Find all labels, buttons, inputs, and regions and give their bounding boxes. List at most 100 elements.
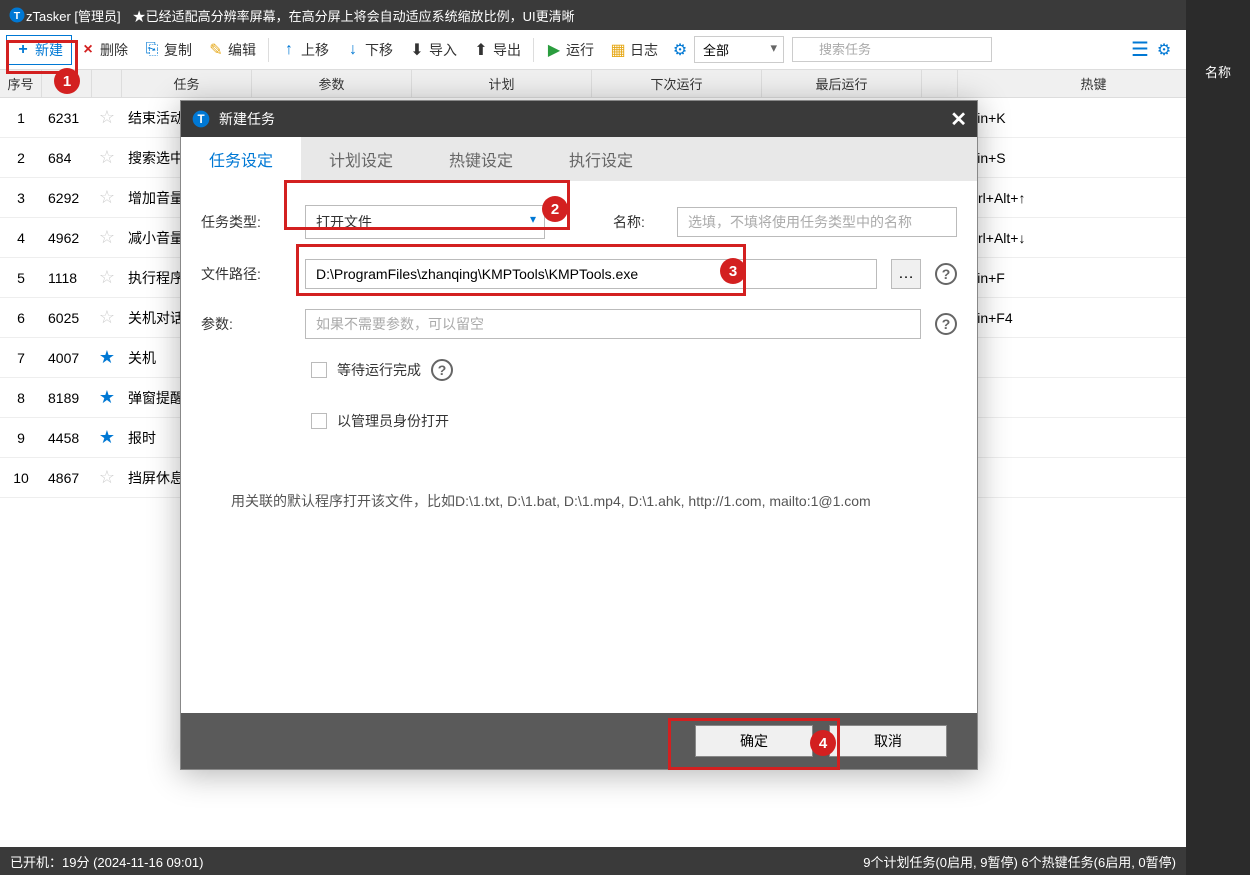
app-logo-icon: T	[8, 6, 26, 24]
cell-id: 8189	[42, 390, 92, 406]
export-button[interactable]: ⬆ 导出	[465, 36, 529, 64]
name-input[interactable]	[677, 207, 957, 237]
browse-button[interactable]: …	[891, 259, 921, 289]
cell-index: 4	[0, 230, 42, 246]
params-label: 参数:	[201, 314, 291, 334]
star-icon: ☆	[99, 227, 115, 248]
tab-plan-settings[interactable]: 计划设定	[301, 137, 421, 181]
col-status[interactable]	[922, 70, 958, 97]
col-index[interactable]: 序号	[0, 70, 42, 97]
delete-icon: ×	[80, 42, 96, 58]
run-button[interactable]: ▶ 运行	[538, 36, 602, 64]
cell-index: 9	[0, 430, 42, 446]
movedown-button[interactable]: ↓ 下移	[337, 36, 401, 64]
new-button[interactable]: + 新建	[6, 35, 72, 65]
delete-label: 删除	[100, 40, 128, 60]
log-label: 日志	[630, 40, 658, 60]
col-next[interactable]: 下次运行	[592, 70, 762, 97]
import-label: 导入	[429, 40, 457, 60]
cell-index: 8	[0, 390, 42, 406]
settings-icon[interactable]: ⚙	[1156, 42, 1172, 58]
gear-icon[interactable]: ⚙	[672, 42, 688, 58]
cell-index: 3	[0, 190, 42, 206]
statusbar-left: 已开机：19分 (2024-11-16 09:01)	[10, 852, 203, 871]
dialog-title: 新建任务	[219, 109, 275, 129]
wait-checkbox[interactable]	[311, 362, 327, 378]
dialog-logo-icon: T	[191, 109, 211, 129]
cell-star[interactable]: ☆	[92, 307, 122, 328]
export-icon: ⬆	[473, 42, 489, 58]
copy-label: 复制	[164, 40, 192, 60]
import-button[interactable]: ⬇ 导入	[401, 36, 465, 64]
star-icon: ☆	[99, 187, 115, 208]
cell-id: 4458	[42, 430, 92, 446]
cell-star[interactable]: ☆	[92, 187, 122, 208]
cell-star[interactable]: ☆	[92, 147, 122, 168]
log-button[interactable]: ▦ 日志	[602, 36, 666, 64]
filter-dropdown[interactable]: 全部	[694, 36, 784, 63]
svg-text:T: T	[14, 10, 21, 22]
cell-id: 6292	[42, 190, 92, 206]
arrow-up-icon: ↑	[281, 42, 297, 58]
edit-button[interactable]: ✎ 编辑	[200, 36, 264, 64]
statusbar-right: 9个计划任务(0启用, 9暂停) 6个热键任务(6启用, 0暂停)	[863, 852, 1176, 871]
tab-hotkey-settings[interactable]: 热键设定	[421, 137, 541, 181]
col-star[interactable]	[92, 70, 122, 97]
task-type-dropdown[interactable]: 打开文件	[305, 205, 545, 239]
edit-icon: ✎	[208, 42, 224, 58]
cell-star[interactable]: ☆	[92, 467, 122, 488]
search-input[interactable]	[792, 37, 992, 62]
right-panel: 名称	[1186, 0, 1250, 875]
cell-id: 4962	[42, 230, 92, 246]
filter-value: 全部	[703, 43, 729, 58]
star-icon: ☆	[99, 147, 115, 168]
right-panel-name-label: 名称	[1186, 62, 1250, 81]
run-label: 运行	[566, 40, 594, 60]
star-icon: ★	[99, 427, 115, 448]
cancel-button[interactable]: 取消	[829, 725, 947, 757]
tab-task-settings[interactable]: 任务设定	[181, 137, 301, 181]
cell-star[interactable]: ★	[92, 347, 122, 368]
params-input[interactable]	[305, 309, 921, 339]
star-icon: ☆	[99, 107, 115, 128]
copy-icon: ⎘	[144, 42, 160, 58]
admin-checkbox[interactable]	[311, 413, 327, 429]
filepath-input[interactable]	[305, 259, 877, 289]
col-last[interactable]: 最后运行	[762, 70, 922, 97]
name-label: 名称:	[613, 212, 663, 232]
new-task-dialog: T 新建任务 ✕ 任务设定 计划设定 热键设定 执行设定 任务类型: 打开文件 …	[180, 100, 978, 770]
list-view-icon[interactable]: ☰	[1132, 42, 1148, 58]
col-param[interactable]: 参数	[252, 70, 412, 97]
cell-index: 7	[0, 350, 42, 366]
star-icon: ☆	[99, 307, 115, 328]
dialog-titlebar: T 新建任务 ✕	[181, 101, 977, 137]
star-icon: ☆	[99, 267, 115, 288]
col-plan[interactable]: 计划	[412, 70, 592, 97]
filepath-help-icon[interactable]: ?	[935, 263, 957, 285]
cell-star[interactable]: ☆	[92, 227, 122, 248]
cell-star[interactable]: ☆	[92, 267, 122, 288]
dialog-close-button[interactable]: ✕	[950, 107, 967, 132]
col-id[interactable]	[42, 70, 92, 97]
col-task[interactable]: 任务	[122, 70, 252, 97]
moveup-label: 上移	[301, 40, 329, 60]
tab-exec-settings[interactable]: 执行设定	[541, 137, 661, 181]
copy-button[interactable]: ⎘ 复制	[136, 36, 200, 64]
cell-star[interactable]: ★	[92, 427, 122, 448]
cell-star[interactable]: ☆	[92, 107, 122, 128]
filepath-label: 文件路径:	[201, 264, 291, 284]
log-icon: ▦	[610, 42, 626, 58]
new-label: 新建	[35, 40, 63, 60]
admin-label: 以管理员身份打开	[337, 411, 449, 431]
cell-id: 684	[42, 150, 92, 166]
star-icon: ★	[99, 387, 115, 408]
wait-help-icon[interactable]: ?	[431, 359, 453, 381]
cell-star[interactable]: ★	[92, 387, 122, 408]
ok-button[interactable]: 确定	[695, 725, 813, 757]
delete-button[interactable]: × 删除	[72, 36, 136, 64]
export-label: 导出	[493, 40, 521, 60]
moveup-button[interactable]: ↑ 上移	[273, 36, 337, 64]
titlebar: T zTasker [管理员] ★已经适配高分辨率屏幕，在高分屏上将会自动适应系…	[0, 0, 1250, 30]
params-help-icon[interactable]: ?	[935, 313, 957, 335]
svg-text:T: T	[197, 113, 204, 126]
